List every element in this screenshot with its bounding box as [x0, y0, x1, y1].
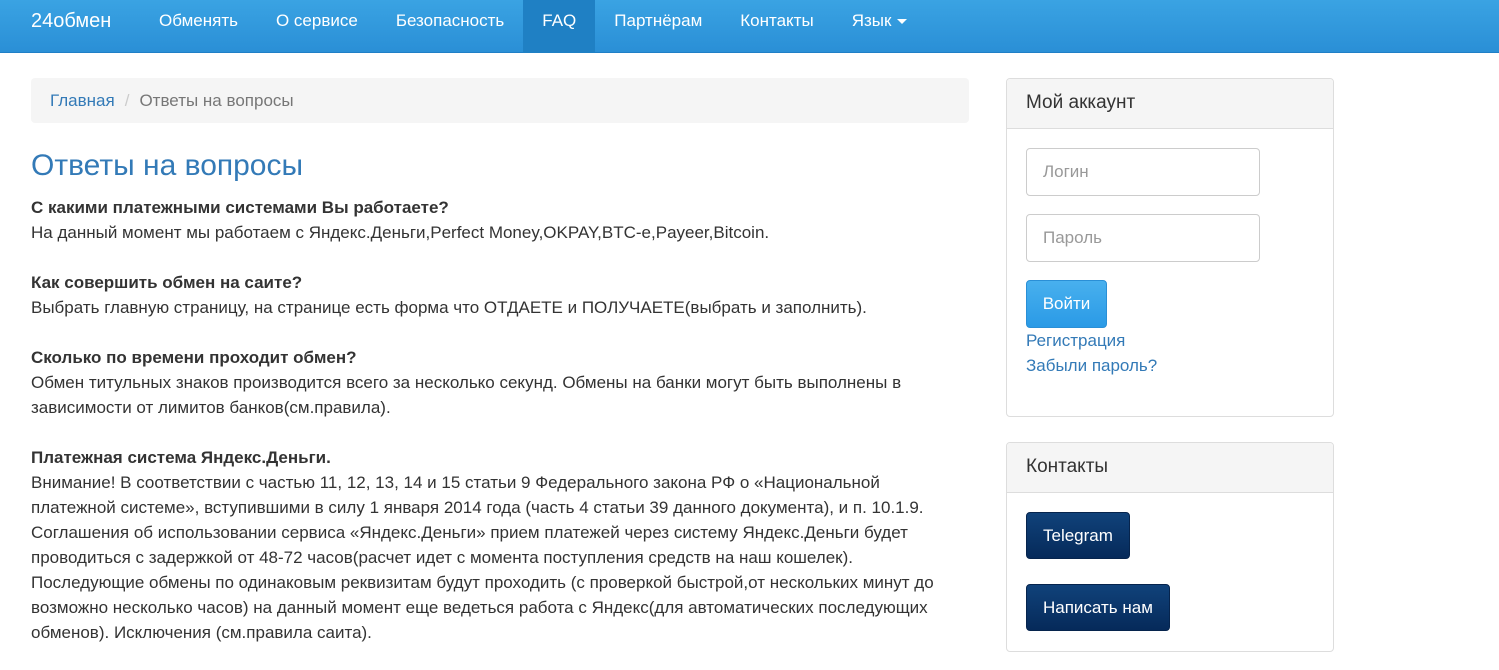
- faq-question: Сколько по времени проходит обмен?: [31, 348, 357, 367]
- contacts-panel-heading: Контакты: [1007, 443, 1333, 493]
- breadcrumb-current: Ответы на вопросы: [139, 91, 294, 110]
- faq-item: Как совершить обмен на саите? Выбрать гл…: [31, 270, 969, 320]
- forgot-password-link[interactable]: Забыли пароль?: [1026, 353, 1157, 378]
- nav-item-about[interactable]: О сервисе: [257, 0, 377, 53]
- language-label: Язык: [851, 11, 892, 30]
- telegram-button[interactable]: Telegram: [1026, 512, 1130, 559]
- breadcrumb: Главная / Ответы на вопросы: [31, 78, 969, 123]
- faq-item: С какими платежными системами Вы работае…: [31, 195, 969, 245]
- faq-answer: Обмен титульных знаков производится всег…: [31, 373, 902, 417]
- nav-item-security[interactable]: Безопасность: [377, 0, 523, 53]
- password-input[interactable]: [1026, 214, 1260, 262]
- account-panel-heading: Мой аккаунт: [1007, 79, 1333, 129]
- account-panel: Мой аккаунт Войти Регистрация Забыли пар…: [1006, 78, 1334, 417]
- nav-item-language[interactable]: Язык: [833, 0, 927, 53]
- nav-item-exchange[interactable]: Обменять: [140, 0, 257, 53]
- breadcrumb-separator: /: [124, 91, 130, 110]
- breadcrumb-home-link[interactable]: Главная: [50, 91, 115, 110]
- nav-item-faq[interactable]: FAQ: [523, 0, 596, 53]
- faq-item: Платежная система Яндекс.Деньги. Внимани…: [31, 445, 969, 645]
- faq-item: Сколько по времени проходит обмен? Обмен…: [31, 345, 969, 420]
- faq-answer: Внимание! В соответствии с частью 11, 12…: [31, 473, 934, 642]
- top-navbar: 24обмен Обменять О сервисе Безопасность …: [0, 0, 1499, 53]
- faq-question: С какими платежными системами Вы работае…: [31, 198, 449, 217]
- write-us-button[interactable]: Написать нам: [1026, 584, 1170, 631]
- main-nav: Обменять О сервисе Безопасность FAQ Парт…: [140, 0, 926, 53]
- login-input[interactable]: [1026, 148, 1260, 196]
- faq-question: Платежная система Яндекс.Деньги.: [31, 448, 331, 467]
- brand-logo[interactable]: 24обмен: [31, 0, 111, 42]
- login-button[interactable]: Войти: [1026, 280, 1107, 328]
- nav-item-partners[interactable]: Партнёрам: [595, 0, 721, 53]
- page-title: Ответы на вопросы: [31, 149, 304, 182]
- contacts-panel: Контакты Telegram Написать нам: [1006, 442, 1334, 652]
- faq-answer: На данный момент мы работаем с Яндекс.Де…: [31, 223, 770, 242]
- faq-answer: Выбрать главную страницу, на странице ес…: [31, 298, 867, 317]
- caret-down-icon: [897, 19, 908, 25]
- nav-item-contacts[interactable]: Контакты: [721, 0, 832, 53]
- faq-question: Как совершить обмен на саите?: [31, 273, 303, 292]
- faq-list: С какими платежными системами Вы работае…: [31, 195, 969, 670]
- register-link[interactable]: Регистрация: [1026, 328, 1125, 353]
